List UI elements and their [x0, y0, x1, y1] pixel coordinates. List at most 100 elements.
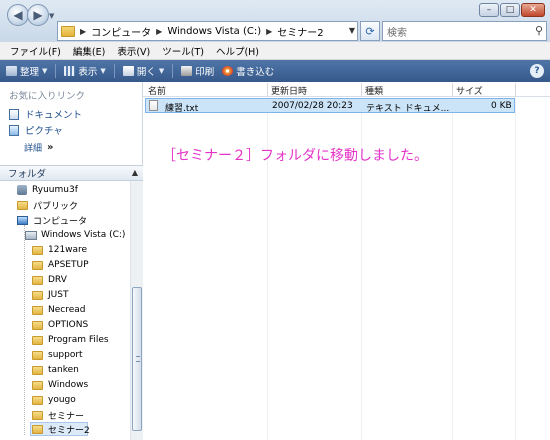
- maximize-button[interactable]: □: [500, 3, 520, 17]
- tree-item-support[interactable]: support: [32, 348, 83, 362]
- forward-button[interactable]: ▶: [27, 4, 49, 26]
- menu-tools[interactable]: ツール(T): [162, 44, 204, 58]
- file-type: テキスト ドキュメ...: [366, 104, 450, 114]
- tree-item-label: Necread: [48, 305, 86, 315]
- tree-item-121ware[interactable]: 121ware: [32, 243, 87, 257]
- back-button[interactable]: ◀: [7, 4, 29, 26]
- open-label: 開く: [136, 67, 156, 78]
- chevron-right-icon[interactable]: ▶: [80, 27, 86, 36]
- favorite-link-pictures[interactable]: ピクチャ: [9, 123, 63, 137]
- search-input[interactable]: 検索 ⚲: [382, 21, 547, 41]
- file-row[interactable]: 練習.txt 2007/02/28 20:23 テキスト ドキュメ... 0 K…: [145, 98, 515, 114]
- tree-item-label: tanken: [48, 365, 79, 375]
- tree-item-public[interactable]: パブリック: [17, 198, 78, 212]
- tree-item-drive-c[interactable]: Windows Vista (C:): [25, 228, 125, 242]
- user-folder-icon: [17, 185, 27, 195]
- tree-item-label: セミナー2: [48, 425, 90, 436]
- minimize-icon: –: [486, 5, 492, 15]
- collapse-icon: ▲: [131, 168, 138, 177]
- annotation-message: ［セミナー２］フォルダに移動しました。: [162, 148, 428, 164]
- toolbar-separator: [113, 64, 115, 78]
- tree-item-seminar2[interactable]: セミナー2: [30, 422, 90, 436]
- column-resize-handle[interactable]: [515, 83, 516, 96]
- toolbar-separator: [172, 64, 174, 78]
- column-resize-handle[interactable]: [452, 83, 453, 96]
- chevron-right-icon[interactable]: ▶: [156, 27, 162, 36]
- column-divider: [361, 82, 362, 440]
- organize-icon: [6, 66, 17, 76]
- view-button[interactable]: 表示 ▼: [64, 64, 106, 78]
- folder-tree-scrollbar[interactable]: [130, 181, 143, 440]
- search-icon[interactable]: ⚲: [535, 24, 543, 37]
- address-dropdown-icon[interactable]: ▼: [349, 26, 355, 35]
- close-button[interactable]: ✕: [521, 3, 545, 17]
- maximize-icon: □: [505, 5, 515, 15]
- tree-item-label: support: [48, 350, 83, 360]
- column-resize-handle[interactable]: [361, 83, 362, 96]
- folder-open-icon: [32, 424, 43, 434]
- minimize-button[interactable]: –: [479, 3, 499, 17]
- tree-item-label: パブリック: [33, 201, 79, 212]
- favorite-link-label: ドキュメント: [25, 110, 83, 121]
- open-button[interactable]: 開く ▼: [122, 64, 165, 78]
- tree-item-options[interactable]: OPTIONS: [32, 318, 88, 332]
- tree-item-apsetup[interactable]: APSETUP: [32, 258, 89, 272]
- column-header-name[interactable]: 名前: [148, 84, 166, 97]
- tree-item-necread[interactable]: Necread: [32, 303, 86, 317]
- file-list-pane: 名前 更新日時 種類 サイズ 練習.txt 2007/02/28 20:23 テ…: [143, 82, 550, 440]
- breadcrumb-computer[interactable]: コンピュータ: [91, 24, 151, 39]
- menu-file[interactable]: ファイル(F): [10, 44, 61, 58]
- tree-guide-line: [24, 225, 25, 435]
- tree-item-tanken[interactable]: tanken: [32, 363, 79, 377]
- tree-item-just[interactable]: JUST: [32, 288, 68, 302]
- tree-item-yougo[interactable]: yougo: [32, 393, 76, 407]
- column-resize-handle[interactable]: [267, 83, 268, 96]
- scroll-grip-icon: [136, 356, 140, 362]
- column-header-type[interactable]: 種類: [365, 84, 383, 97]
- tree-item-computer[interactable]: コンピュータ: [17, 213, 87, 227]
- organize-button[interactable]: 整理 ▼: [6, 64, 47, 78]
- more-links-button[interactable]: 詳細 »: [24, 141, 53, 154]
- chevron-right-icon[interactable]: ▶: [266, 27, 272, 36]
- favorite-link-label: ピクチャ: [25, 126, 63, 137]
- scrollbar-thumb[interactable]: [132, 287, 142, 431]
- folder-tree: Ryuumu3f パブリック コンピュータ Windows Vista (C:)…: [0, 181, 130, 440]
- folders-header[interactable]: フォルダ ▲: [0, 165, 143, 181]
- menu-help[interactable]: ヘルプ(H): [216, 44, 259, 58]
- text-file-icon: [149, 100, 158, 111]
- forward-arrow-icon: ▶: [33, 8, 43, 22]
- column-divider: [515, 82, 516, 440]
- tree-item-drv[interactable]: DRV: [32, 273, 67, 287]
- folder-icon: [32, 365, 43, 375]
- tree-item-program-files[interactable]: Program Files: [32, 333, 109, 347]
- folders-header-label: フォルダ: [8, 169, 47, 180]
- refresh-button[interactable]: ⟳: [360, 21, 380, 41]
- column-header-modified[interactable]: 更新日時: [271, 84, 307, 97]
- tree-item-seminar[interactable]: セミナー: [32, 408, 84, 422]
- address-bar[interactable]: ▶ コンピュータ ▶ Windows Vista (C:) ▶ セミナー2 ▼: [57, 21, 358, 41]
- column-header-size[interactable]: サイズ: [456, 84, 483, 97]
- tree-item-ryuumu3f[interactable]: Ryuumu3f: [17, 183, 78, 197]
- toolbar-separator: [55, 64, 57, 78]
- burn-button[interactable]: 書き込む: [222, 64, 274, 78]
- dropdown-arrow-icon: ▼: [158, 67, 165, 75]
- back-arrow-icon: ◀: [13, 8, 23, 22]
- breadcrumb-drive[interactable]: Windows Vista (C:): [167, 26, 261, 37]
- folder-icon: [32, 245, 43, 255]
- recent-pages-dropdown[interactable]: ▼: [49, 12, 54, 20]
- favorite-link-documents[interactable]: ドキュメント: [9, 107, 82, 121]
- tree-item-windows[interactable]: Windows: [32, 378, 88, 392]
- computer-icon: [17, 215, 28, 225]
- help-icon[interactable]: ?: [530, 64, 544, 78]
- refresh-icon: ⟳: [365, 24, 375, 38]
- tree-item-label: Windows: [48, 380, 89, 390]
- command-toolbar: 整理 ▼ 表示 ▼ 開く ▼ 印刷 書き込む ?: [0, 60, 550, 82]
- folder-icon: [32, 350, 43, 360]
- tree-item-label: DRV: [48, 275, 67, 285]
- menu-edit[interactable]: 編集(E): [73, 44, 105, 58]
- printer-icon: [181, 66, 193, 76]
- print-button[interactable]: 印刷: [181, 64, 214, 78]
- menu-view[interactable]: 表示(V): [117, 44, 150, 58]
- breadcrumb-current-folder[interactable]: セミナー2: [277, 24, 323, 39]
- title-bar: ◀ ▶ ▼ – □ ✕ ▶ コンピュータ ▶ Windows Vista (C:…: [0, 0, 550, 42]
